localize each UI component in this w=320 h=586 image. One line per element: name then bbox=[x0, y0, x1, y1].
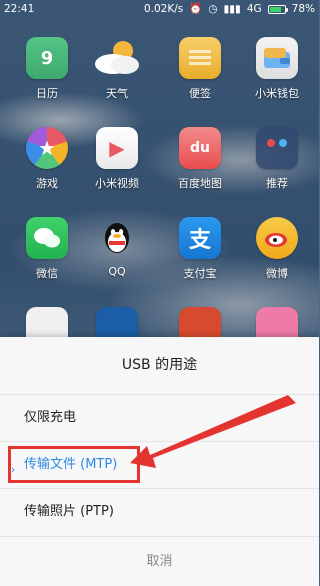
annotation-arrow bbox=[130, 395, 296, 468]
arrow-shape bbox=[130, 395, 296, 468]
